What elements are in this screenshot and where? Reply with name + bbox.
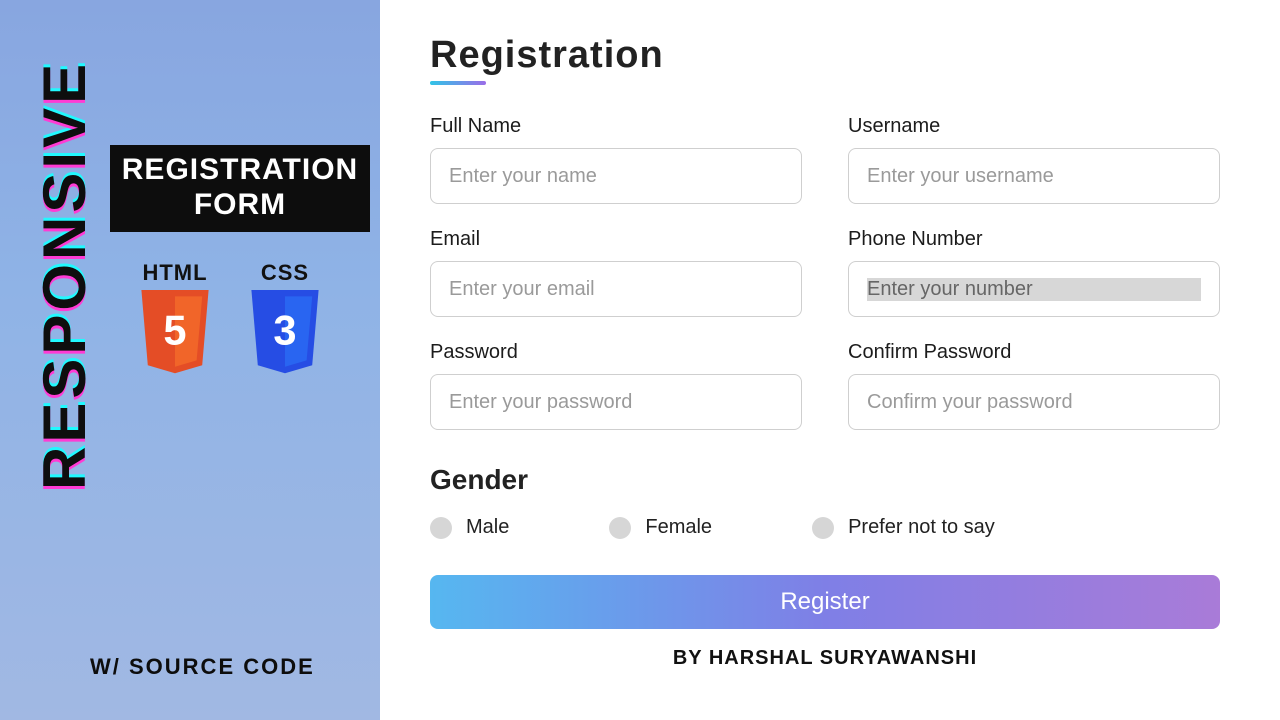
field-confirm: Confirm Password bbox=[848, 341, 1220, 430]
title-box-line1: REGISTRATION bbox=[116, 153, 364, 188]
label-email: Email bbox=[430, 228, 802, 251]
gender-options: Male Female Prefer not to say bbox=[430, 516, 1220, 539]
radio-label-prefer: Prefer not to say bbox=[848, 516, 995, 539]
input-phone[interactable] bbox=[848, 261, 1220, 317]
byline: BY HARSHAL SURYAWANSHI bbox=[430, 647, 1220, 670]
label-fullname: Full Name bbox=[430, 115, 802, 138]
field-fullname: Full Name bbox=[430, 115, 802, 204]
label-password: Password bbox=[430, 341, 802, 364]
form-panel: Registration Full Name Username Email Ph… bbox=[380, 0, 1280, 720]
field-password: Password bbox=[430, 341, 802, 430]
field-phone: Phone Number bbox=[848, 228, 1220, 317]
gender-title: Gender bbox=[430, 464, 1220, 496]
svg-text:3: 3 bbox=[273, 306, 296, 353]
css-label: CSS bbox=[261, 260, 309, 286]
source-code-caption: W/ SOURCE CODE bbox=[90, 654, 315, 680]
radio-label-female: Female bbox=[645, 516, 712, 539]
title-underline bbox=[430, 81, 486, 85]
label-confirm: Confirm Password bbox=[848, 341, 1220, 364]
responsive-word: RESPONSIVE bbox=[30, 60, 99, 490]
title-box-line2: FORM bbox=[116, 188, 364, 223]
promo-panel: RESPONSIVE REGISTRATION FORM HTML 5 CSS … bbox=[0, 0, 380, 720]
input-fullname[interactable] bbox=[430, 148, 802, 204]
svg-text:5: 5 bbox=[163, 306, 186, 353]
field-email: Email bbox=[430, 228, 802, 317]
radio-icon bbox=[812, 517, 834, 539]
input-confirm[interactable] bbox=[848, 374, 1220, 430]
radio-label-male: Male bbox=[466, 516, 509, 539]
radio-icon bbox=[430, 517, 452, 539]
radio-female[interactable]: Female bbox=[609, 516, 712, 539]
html-label: HTML bbox=[142, 260, 207, 286]
html5-icon: 5 bbox=[135, 290, 215, 378]
radio-male[interactable]: Male bbox=[430, 516, 509, 539]
label-phone: Phone Number bbox=[848, 228, 1220, 251]
input-email[interactable] bbox=[430, 261, 802, 317]
input-username[interactable] bbox=[848, 148, 1220, 204]
css3-icon: 3 bbox=[245, 290, 325, 378]
field-username: Username bbox=[848, 115, 1220, 204]
radio-prefer-not[interactable]: Prefer not to say bbox=[812, 516, 995, 539]
input-password[interactable] bbox=[430, 374, 802, 430]
register-button[interactable]: Register bbox=[430, 575, 1220, 629]
radio-icon bbox=[609, 517, 631, 539]
field-grid: Full Name Username Email Phone Number Pa… bbox=[430, 115, 1220, 430]
label-username: Username bbox=[848, 115, 1220, 138]
form-title: Registration bbox=[430, 34, 664, 83]
tech-logos: HTML 5 CSS 3 bbox=[135, 260, 325, 378]
title-box: REGISTRATION FORM bbox=[110, 145, 370, 232]
